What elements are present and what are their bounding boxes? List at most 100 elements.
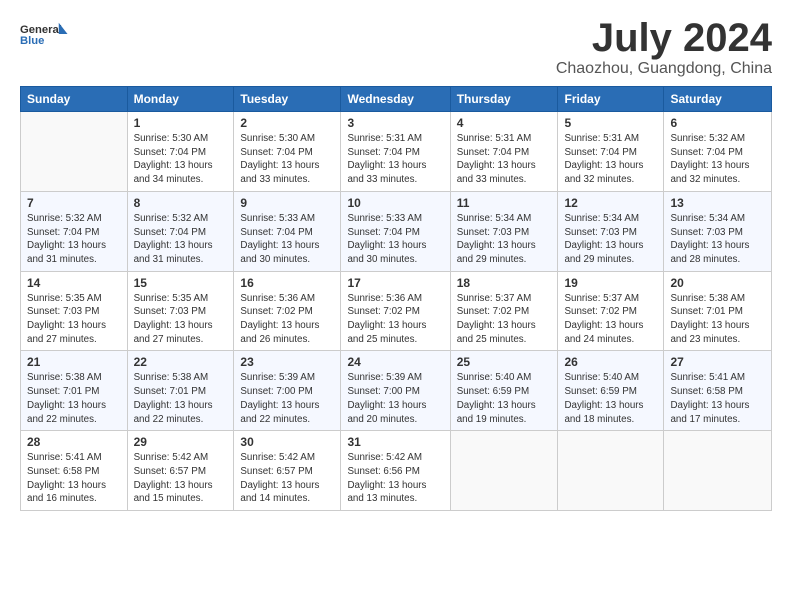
week-row-5: 28 Sunrise: 5:41 AMSunset: 6:58 PMDaylig… <box>21 431 772 511</box>
day-number: 24 <box>347 355 443 369</box>
day-info: Sunrise: 5:31 AMSunset: 7:04 PMDaylight:… <box>457 133 536 185</box>
day-cell: 16 Sunrise: 5:36 AMSunset: 7:02 PMDaylig… <box>234 271 341 351</box>
day-number: 27 <box>670 355 765 369</box>
day-cell: 29 Sunrise: 5:42 AMSunset: 6:57 PMDaylig… <box>127 431 234 511</box>
day-number: 22 <box>134 355 228 369</box>
day-number: 12 <box>564 196 657 210</box>
day-number: 25 <box>457 355 552 369</box>
day-cell <box>21 112 128 192</box>
weekday-header-sunday: Sunday <box>21 87 128 112</box>
day-cell: 30 Sunrise: 5:42 AMSunset: 6:57 PMDaylig… <box>234 431 341 511</box>
logo-svg: General Blue <box>20 16 70 52</box>
day-number: 4 <box>457 116 552 130</box>
day-number: 28 <box>27 435 121 449</box>
title-location: Chaozhou, Guangdong, China <box>556 60 772 78</box>
day-info: Sunrise: 5:36 AMSunset: 7:02 PMDaylight:… <box>347 293 426 345</box>
day-number: 2 <box>240 116 334 130</box>
day-cell: 21 Sunrise: 5:38 AMSunset: 7:01 PMDaylig… <box>21 351 128 431</box>
day-number: 29 <box>134 435 228 449</box>
day-info: Sunrise: 5:38 AMSunset: 7:01 PMDaylight:… <box>670 293 749 345</box>
title-month: July 2024 <box>556 16 772 60</box>
weekday-header-row: SundayMondayTuesdayWednesdayThursdayFrid… <box>21 87 772 112</box>
day-cell: 14 Sunrise: 5:35 AMSunset: 7:03 PMDaylig… <box>21 271 128 351</box>
day-info: Sunrise: 5:35 AMSunset: 7:03 PMDaylight:… <box>134 293 213 345</box>
day-number: 14 <box>27 276 121 290</box>
day-cell: 24 Sunrise: 5:39 AMSunset: 7:00 PMDaylig… <box>341 351 450 431</box>
day-info: Sunrise: 5:40 AMSunset: 6:59 PMDaylight:… <box>457 372 536 424</box>
day-number: 30 <box>240 435 334 449</box>
day-number: 15 <box>134 276 228 290</box>
day-number: 13 <box>670 196 765 210</box>
day-info: Sunrise: 5:32 AMSunset: 7:04 PMDaylight:… <box>670 133 749 185</box>
day-number: 20 <box>670 276 765 290</box>
day-info: Sunrise: 5:31 AMSunset: 7:04 PMDaylight:… <box>564 133 643 185</box>
day-cell: 22 Sunrise: 5:38 AMSunset: 7:01 PMDaylig… <box>127 351 234 431</box>
week-row-1: 1 Sunrise: 5:30 AMSunset: 7:04 PMDayligh… <box>21 112 772 192</box>
day-number: 9 <box>240 196 334 210</box>
day-info: Sunrise: 5:39 AMSunset: 7:00 PMDaylight:… <box>347 372 426 424</box>
logo: General Blue <box>20 16 70 52</box>
day-info: Sunrise: 5:42 AMSunset: 6:56 PMDaylight:… <box>347 452 426 504</box>
day-number: 23 <box>240 355 334 369</box>
calendar-table: SundayMondayTuesdayWednesdayThursdayFrid… <box>20 86 772 511</box>
day-cell: 18 Sunrise: 5:37 AMSunset: 7:02 PMDaylig… <box>450 271 558 351</box>
day-cell: 12 Sunrise: 5:34 AMSunset: 7:03 PMDaylig… <box>558 191 664 271</box>
day-cell: 31 Sunrise: 5:42 AMSunset: 6:56 PMDaylig… <box>341 431 450 511</box>
day-number: 16 <box>240 276 334 290</box>
day-cell: 3 Sunrise: 5:31 AMSunset: 7:04 PMDayligh… <box>341 112 450 192</box>
day-cell: 19 Sunrise: 5:37 AMSunset: 7:02 PMDaylig… <box>558 271 664 351</box>
week-row-2: 7 Sunrise: 5:32 AMSunset: 7:04 PMDayligh… <box>21 191 772 271</box>
svg-text:General: General <box>20 24 62 36</box>
day-info: Sunrise: 5:32 AMSunset: 7:04 PMDaylight:… <box>134 213 213 265</box>
day-info: Sunrise: 5:38 AMSunset: 7:01 PMDaylight:… <box>27 372 106 424</box>
day-number: 11 <box>457 196 552 210</box>
day-info: Sunrise: 5:41 AMSunset: 6:58 PMDaylight:… <box>670 372 749 424</box>
day-cell: 25 Sunrise: 5:40 AMSunset: 6:59 PMDaylig… <box>450 351 558 431</box>
day-cell: 10 Sunrise: 5:33 AMSunset: 7:04 PMDaylig… <box>341 191 450 271</box>
day-cell: 2 Sunrise: 5:30 AMSunset: 7:04 PMDayligh… <box>234 112 341 192</box>
day-number: 6 <box>670 116 765 130</box>
day-cell: 28 Sunrise: 5:41 AMSunset: 6:58 PMDaylig… <box>21 431 128 511</box>
day-cell: 27 Sunrise: 5:41 AMSunset: 6:58 PMDaylig… <box>664 351 772 431</box>
day-info: Sunrise: 5:41 AMSunset: 6:58 PMDaylight:… <box>27 452 106 504</box>
day-info: Sunrise: 5:30 AMSunset: 7:04 PMDaylight:… <box>134 133 213 185</box>
day-number: 1 <box>134 116 228 130</box>
day-cell: 4 Sunrise: 5:31 AMSunset: 7:04 PMDayligh… <box>450 112 558 192</box>
day-info: Sunrise: 5:36 AMSunset: 7:02 PMDaylight:… <box>240 293 319 345</box>
day-cell: 15 Sunrise: 5:35 AMSunset: 7:03 PMDaylig… <box>127 271 234 351</box>
day-info: Sunrise: 5:42 AMSunset: 6:57 PMDaylight:… <box>134 452 213 504</box>
weekday-header-tuesday: Tuesday <box>234 87 341 112</box>
day-info: Sunrise: 5:33 AMSunset: 7:04 PMDaylight:… <box>347 213 426 265</box>
day-number: 17 <box>347 276 443 290</box>
day-cell: 1 Sunrise: 5:30 AMSunset: 7:04 PMDayligh… <box>127 112 234 192</box>
day-cell: 13 Sunrise: 5:34 AMSunset: 7:03 PMDaylig… <box>664 191 772 271</box>
week-row-3: 14 Sunrise: 5:35 AMSunset: 7:03 PMDaylig… <box>21 271 772 351</box>
weekday-header-thursday: Thursday <box>450 87 558 112</box>
day-number: 19 <box>564 276 657 290</box>
day-cell: 26 Sunrise: 5:40 AMSunset: 6:59 PMDaylig… <box>558 351 664 431</box>
day-info: Sunrise: 5:40 AMSunset: 6:59 PMDaylight:… <box>564 372 643 424</box>
week-row-4: 21 Sunrise: 5:38 AMSunset: 7:01 PMDaylig… <box>21 351 772 431</box>
day-info: Sunrise: 5:30 AMSunset: 7:04 PMDaylight:… <box>240 133 319 185</box>
day-number: 10 <box>347 196 443 210</box>
day-info: Sunrise: 5:39 AMSunset: 7:00 PMDaylight:… <box>240 372 319 424</box>
page: General Blue July 2024 Chaozhou, Guangdo… <box>0 0 792 612</box>
day-number: 31 <box>347 435 443 449</box>
title-block: July 2024 Chaozhou, Guangdong, China <box>556 16 772 78</box>
day-cell: 23 Sunrise: 5:39 AMSunset: 7:00 PMDaylig… <box>234 351 341 431</box>
day-cell <box>558 431 664 511</box>
day-cell: 6 Sunrise: 5:32 AMSunset: 7:04 PMDayligh… <box>664 112 772 192</box>
day-cell: 5 Sunrise: 5:31 AMSunset: 7:04 PMDayligh… <box>558 112 664 192</box>
day-info: Sunrise: 5:35 AMSunset: 7:03 PMDaylight:… <box>27 293 106 345</box>
weekday-header-monday: Monday <box>127 87 234 112</box>
day-info: Sunrise: 5:38 AMSunset: 7:01 PMDaylight:… <box>134 372 213 424</box>
day-info: Sunrise: 5:37 AMSunset: 7:02 PMDaylight:… <box>457 293 536 345</box>
day-number: 3 <box>347 116 443 130</box>
day-info: Sunrise: 5:34 AMSunset: 7:03 PMDaylight:… <box>457 213 536 265</box>
day-info: Sunrise: 5:34 AMSunset: 7:03 PMDaylight:… <box>564 213 643 265</box>
day-cell: 7 Sunrise: 5:32 AMSunset: 7:04 PMDayligh… <box>21 191 128 271</box>
day-info: Sunrise: 5:32 AMSunset: 7:04 PMDaylight:… <box>27 213 106 265</box>
day-number: 26 <box>564 355 657 369</box>
day-cell: 11 Sunrise: 5:34 AMSunset: 7:03 PMDaylig… <box>450 191 558 271</box>
day-cell <box>664 431 772 511</box>
